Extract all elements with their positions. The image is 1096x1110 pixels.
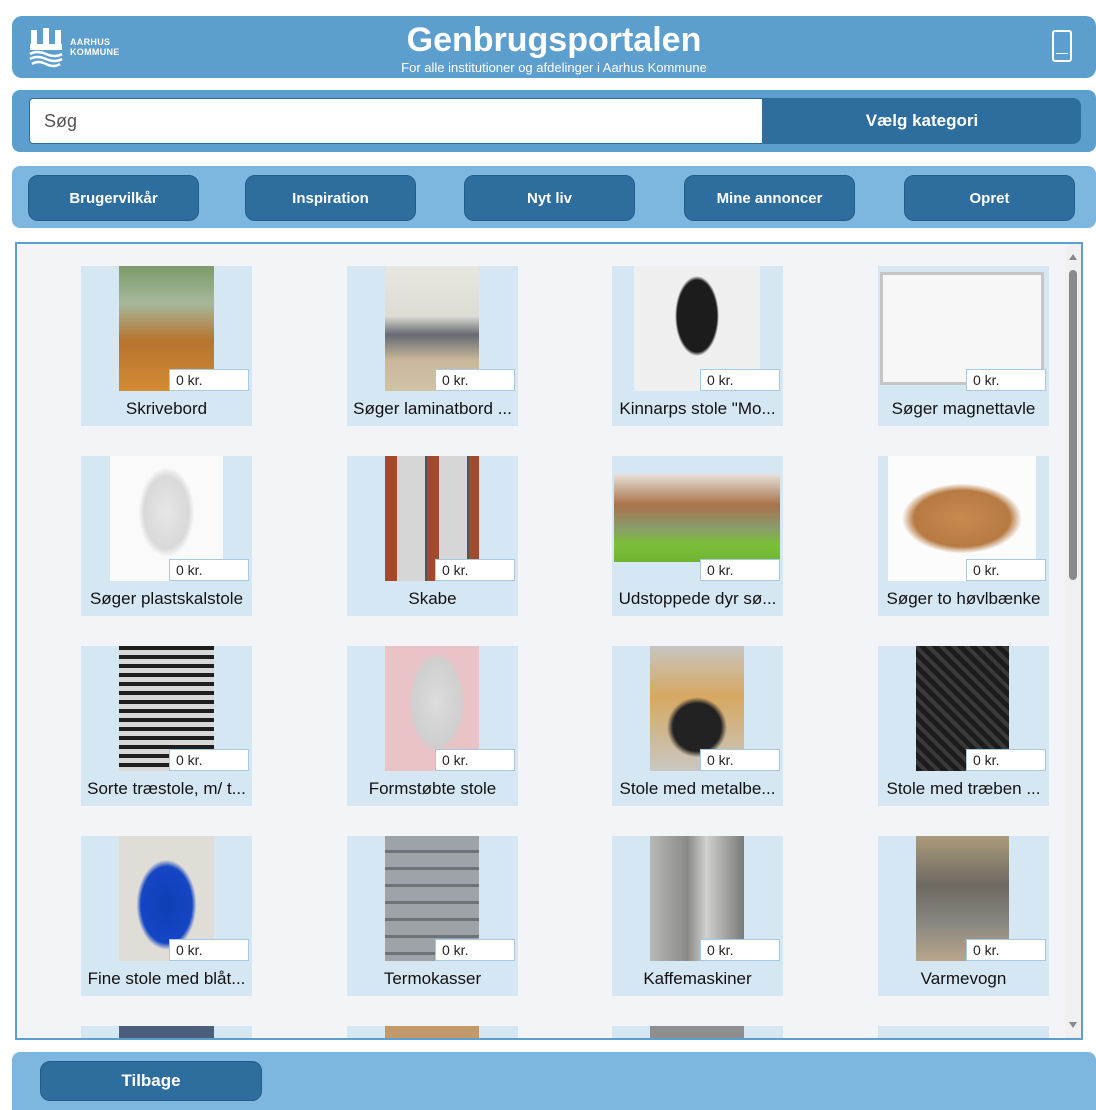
scrollbar[interactable] [1065,244,1081,1038]
listing-title: Kaffemaskiner [643,969,752,988]
price-label: 0 kr. [700,749,780,771]
listing-card[interactable]: 0 kr. Søger to høvlbænke [878,456,1049,616]
listing-card-partial[interactable] [347,1026,518,1038]
choose-category-button[interactable]: Vælg kategori [763,98,1081,144]
price-label: 0 kr. [700,939,780,961]
price-label: 0 kr. [169,749,249,771]
listing-title: Udstoppede dyr sø... [618,589,777,608]
listing-card[interactable]: 0 kr. Sorte træstole, m/ t... [81,646,252,806]
listing-card[interactable]: 0 kr. Søger laminatbord ... [347,266,518,426]
price-label: 0 kr. [435,369,515,391]
listing-card[interactable]: 0 kr. Varmevogn [878,836,1049,996]
listing-title: Fine stole med blåt... [87,969,246,988]
back-button[interactable]: Tilbage [40,1061,262,1101]
price-label: 0 kr. [700,369,780,391]
listing-title: Skrivebord [125,399,208,418]
listing-title: Varmevogn [920,969,1007,988]
listing-card-partial[interactable] [612,1026,783,1038]
price-label: 0 kr. [966,559,1046,581]
listing-card[interactable]: 0 kr. Termokasser [347,836,518,996]
price-label: 0 kr. [169,559,249,581]
price-label: 0 kr. [169,369,249,391]
listing-image [385,1026,479,1038]
scroll-up-arrow-icon[interactable] [1069,254,1077,260]
listing-title: Stole med træben ... [886,779,1041,798]
price-label: 0 kr. [966,369,1046,391]
price-label: 0 kr. [966,939,1046,961]
listing-title: Søger to høvlbænke [886,589,1041,608]
nav-bar: Brugervilkår Inspiration Nyt liv Mine an… [12,166,1096,228]
price-label: 0 kr. [169,939,249,961]
listing-title: Termokasser [383,969,482,988]
listing-card[interactable]: 0 kr. Udstoppede dyr sø... [612,456,783,616]
listing-title: Kinnarps stole "Mo... [619,399,776,418]
price-label: 0 kr. [435,559,515,581]
search-input[interactable] [29,98,763,144]
listing-title: Formstøbte stole [368,779,497,798]
nav-my-listings-button[interactable]: Mine annoncer [684,175,855,221]
listing-card[interactable]: 0 kr. Kinnarps stole "Mo... [612,266,783,426]
listing-image [650,1026,744,1038]
listing-card[interactable]: 0 kr. Fine stole med blåt... [81,836,252,996]
app-header: AARHUS KOMMUNE Genbrugsportalen For alle… [12,16,1096,78]
app-subtitle: For alle institutioner og afdelinger i A… [401,60,707,75]
nav-inspiration-button[interactable]: Inspiration [245,175,416,221]
search-bar: Vælg kategori [12,90,1096,152]
listing-card-partial[interactable] [878,1026,1049,1038]
scroll-down-arrow-icon[interactable] [1069,1022,1077,1028]
listing-title: Søger magnettavle [891,399,1036,418]
price-label: 0 kr. [700,559,780,581]
listing-card[interactable]: 0 kr. Skabe [347,456,518,616]
listing-card[interactable]: 0 kr. Kaffemaskiner [612,836,783,996]
listing-card[interactable]: 0 kr. Søger magnettavle [878,266,1049,426]
listing-card[interactable]: 0 kr. Søger plastskalstole [81,456,252,616]
price-label: 0 kr. [966,749,1046,771]
phone-icon[interactable] [1052,30,1072,62]
listing-image [119,1026,214,1038]
listing-card[interactable]: 0 kr. Stole med metalbe... [612,646,783,806]
listing-title: Sorte træstole, m/ t... [87,779,246,798]
listing-card[interactable]: 0 kr. Formstøbte stole [347,646,518,806]
listing-image [614,474,780,562]
nav-create-button[interactable]: Opret [904,175,1075,221]
listing-title: Skabe [408,589,457,608]
app-title: Genbrugsportalen [406,21,702,59]
price-label: 0 kr. [435,939,515,961]
listing-card-partial[interactable] [81,1026,252,1038]
listing-title: Stole med metalbe... [619,779,776,798]
listing-title: Søger laminatbord ... [353,399,512,418]
listing-card[interactable]: 0 kr. Stole med træben ... [878,646,1049,806]
listing-card[interactable]: 0 kr. Skrivebord [81,266,252,426]
nav-terms-button[interactable]: Brugervilkår [28,175,199,221]
scroll-thumb[interactable] [1069,270,1077,580]
listing-title: Søger plastskalstole [89,589,244,608]
listings-grid: 0 kr. Skrivebord 0 kr. Søger laminatbord… [15,242,1083,1040]
nav-new-life-button[interactable]: Nyt liv [464,175,635,221]
footer-bar: Tilbage [12,1052,1096,1110]
price-label: 0 kr. [435,749,515,771]
